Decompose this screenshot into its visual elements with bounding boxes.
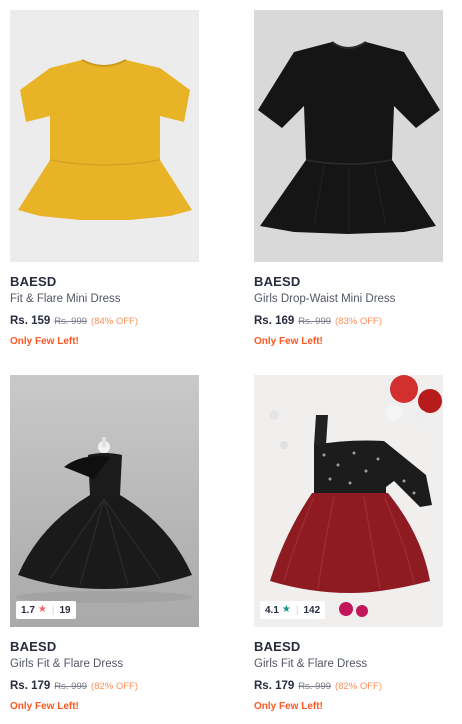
rating-count: 142 bbox=[303, 604, 321, 616]
product-card[interactable]: BAESD Fit & Flare Mini Dress Rs. 159 Rs.… bbox=[10, 10, 210, 347]
product-mrp: Rs. 999 bbox=[298, 316, 332, 327]
price-row: Rs. 159 Rs. 999 (84% OFF) bbox=[10, 315, 210, 327]
product-name: Girls Fit & Flare Dress bbox=[254, 658, 368, 670]
product-image[interactable] bbox=[10, 10, 199, 262]
product-price: Rs. 159 bbox=[10, 315, 51, 327]
rating-divider: | bbox=[295, 604, 299, 616]
dress-image-yellow bbox=[10, 10, 199, 262]
product-card[interactable]: BAESD Girls Drop-Waist Mini Dress Rs. 16… bbox=[254, 10, 454, 347]
rating-divider: | bbox=[51, 604, 55, 616]
star-icon: ★ bbox=[281, 604, 291, 615]
product-discount: (84% OFF) bbox=[91, 316, 139, 327]
product-brand: BAESD bbox=[10, 274, 57, 289]
rating-score: 4.1 bbox=[265, 604, 279, 616]
product-mrp: Rs. 999 bbox=[298, 681, 332, 692]
product-image[interactable]: 1.7 ★ | 19 bbox=[10, 375, 199, 627]
price-row: Rs. 179 Rs. 999 (82% OFF) bbox=[10, 680, 210, 692]
product-brand: BAESD bbox=[10, 639, 57, 654]
rating-badge: 1.7 ★ | 19 bbox=[16, 601, 76, 619]
product-brand: BAESD bbox=[254, 639, 301, 654]
product-name: Girls Drop-Waist Mini Dress bbox=[254, 293, 396, 305]
product-discount: (83% OFF) bbox=[335, 316, 383, 327]
product-discount: (82% OFF) bbox=[335, 681, 383, 692]
stock-alert: Only Few Left! bbox=[254, 701, 323, 712]
product-card[interactable]: 4.1 ★ | 142 BAESD Girls Fit & Flare Dres… bbox=[254, 375, 454, 712]
dress-image-black-gown bbox=[10, 375, 199, 627]
price-row: Rs. 169 Rs. 999 (83% OFF) bbox=[254, 315, 454, 327]
product-image[interactable] bbox=[254, 10, 443, 262]
product-name: Girls Fit & Flare Dress bbox=[10, 658, 124, 670]
product-discount: (82% OFF) bbox=[91, 681, 139, 692]
product-card[interactable]: 1.7 ★ | 19 BAESD Girls Fit & Flare Dress… bbox=[10, 375, 210, 712]
product-brand: BAESD bbox=[254, 274, 301, 289]
stock-alert: Only Few Left! bbox=[10, 701, 79, 712]
stock-alert: Only Few Left! bbox=[254, 336, 323, 347]
price-row: Rs. 179 Rs. 999 (82% OFF) bbox=[254, 680, 454, 692]
dress-image-black bbox=[254, 10, 443, 262]
stock-alert: Only Few Left! bbox=[10, 336, 79, 347]
product-price: Rs. 179 bbox=[10, 680, 51, 692]
star-icon: ★ bbox=[37, 604, 47, 615]
product-price: Rs. 169 bbox=[254, 315, 295, 327]
product-name: Fit & Flare Mini Dress bbox=[10, 293, 121, 305]
rating-count: 19 bbox=[59, 604, 71, 616]
rating-score: 1.7 bbox=[21, 604, 35, 616]
product-mrp: Rs. 999 bbox=[54, 316, 88, 327]
product-grid: BAESD Fit & Flare Mini Dress Rs. 159 Rs.… bbox=[0, 0, 462, 724]
product-image[interactable]: 4.1 ★ | 142 bbox=[254, 375, 443, 627]
product-price: Rs. 179 bbox=[254, 680, 295, 692]
product-mrp: Rs. 999 bbox=[54, 681, 88, 692]
dress-image-sequin-red bbox=[254, 375, 443, 627]
rating-badge: 4.1 ★ | 142 bbox=[260, 601, 326, 619]
